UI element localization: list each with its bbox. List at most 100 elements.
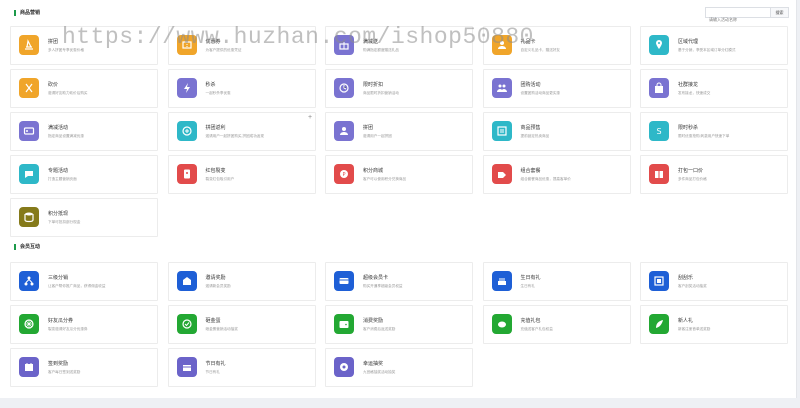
activity-name: 限时折扣 [363,82,384,88]
cut-icon [19,78,39,98]
activity-name: 砍价 [48,82,59,88]
wheel-icon [19,314,39,334]
activity-card[interactable]: 幸运抽奖 九宫格抽奖活动抽奖 [325,348,473,387]
activity-name: 打包一口价 [678,168,704,174]
clock-icon [334,78,354,98]
invite-icon [176,271,197,291]
svg-text:P: P [342,172,345,178]
activity-card[interactable]: 拼团返利 邀请用户一起拼团购买,拼团成功返现 [167,112,316,151]
activity-name: 积分抵现 [48,211,69,217]
activity-card[interactable]: 满减活动 指定商品设置满减优惠 [10,112,158,151]
activity-card[interactable]: 优惠券 为客户提供的优惠凭证 [167,26,316,65]
activity-description: 提前锁定热卖商品 [520,134,550,138]
calendar-icon [19,357,39,377]
activity-description: 商品限时折扣营销活动 [363,91,399,95]
activity-card[interactable]: 签到奖励客户每日签到送奖励 [10,348,158,387]
activity-card[interactable]: 超级会员卡 购买开通享超级会员权益 [325,262,473,301]
activity-card[interactable]: 拼团 邀请用户一起拼团 [325,112,473,151]
section-title-member: 会员互动 [14,244,40,250]
activity-name: 社群接龙 [678,82,699,88]
cake-icon [491,271,512,291]
activity-name: 好友瓜分券 [48,318,74,324]
activity-description: 客户刮奖活动抽奖 [678,284,707,288]
lucky-icon [334,357,354,377]
activity-name: 红包裂变 [205,168,226,174]
activity-card[interactable]: 区域代理 基于分销，享受本区域订单分红模式 [640,26,788,65]
activity-description: 购满指定额度赠送礼品 [363,48,399,52]
activity-name: 商品预售 [520,125,541,131]
activity-description: 下单可抵扣部分现金 [48,220,81,224]
activity-description: 生日有礼 [520,284,535,288]
activity-description: 充值送客户礼包权益 [520,327,553,331]
activity-card[interactable]: 满减送购满指定额度赠送礼品 [325,26,473,65]
wallet-icon [334,314,354,334]
search-field[interactable] [705,7,771,24]
activity-name: 限时秒杀 [678,125,699,131]
activity-description: 砸金蛋营销活动抽奖 [205,327,238,331]
activity-name: 签到奖励 [48,361,69,367]
activity-name: 超级会员卡 [363,275,389,281]
activity-card[interactable]: 红包裂变裂变红包吸引用户 [167,155,316,194]
second-icon: S [649,121,669,141]
activity-card[interactable]: 三级分销 让客户帮你推广商品，获得佣金收益 [10,262,158,301]
activity-card[interactable]: 新人礼 新客注册首单送奖励 [640,305,788,344]
bag-icon [649,78,669,98]
activity-card[interactable]: 节日有礼 节日有礼 [167,348,316,387]
activity-name: 区域代理 [678,39,699,45]
activity-name: 组合套餐 [520,168,541,174]
activity-description: 客户每日签到送奖励 [48,370,81,374]
activity-card[interactable]: 好友瓜分券 裂变邀请好友瓜分优惠券 [10,305,158,344]
activity-card[interactable]: 秒杀 一起秒杀享优惠 [167,69,316,108]
activity-description: 自定义礼品卡，赠送好友 [520,48,561,52]
activity-card[interactable]: 限时折扣商品限时折扣营销活动 [325,69,473,108]
database-icon [19,207,39,227]
leaf-icon [649,314,669,334]
activity-description: 指定商品设置满减优惠 [48,134,84,138]
activity-card[interactable]: S 限时秒杀限时优惠抢购,刺激用户快速下单 [640,112,788,151]
activity-card[interactable]: 专题活动打造主题营销页面 [10,155,158,194]
activity-card[interactable]: P 积分商城客户可以使用积分兑换商品 [325,155,473,194]
egg-icon [176,314,197,334]
activity-description: 邀请好友助力砍价后购买 [48,91,88,95]
activity-card[interactable]: 团购活动 设置团购活动商品更实惠 [482,69,631,108]
activity-card[interactable]: 邀请奖励 邀请新会员奖励 [167,262,316,301]
activity-card[interactable]: 充值礼包 充值送客户礼包权益 [482,305,631,344]
activity-name: 积分商城 [363,168,384,174]
activity-description: 限时优惠抢购,刺激用户快速下单 [678,134,730,138]
ticket-icon [19,121,39,141]
activity-description: 打造主题营销页面 [48,177,77,181]
activity-description: 邀请新会员奖励 [205,284,231,288]
activity-card[interactable]: 礼品卡 自定义礼品卡，赠送好友 [482,26,631,65]
activity-name: 新人礼 [678,318,694,324]
activity-card[interactable]: 消费奖励 客户消费后返送奖励 [325,305,473,344]
card-icon [491,35,512,55]
activity-name: 拼团 [48,39,59,45]
activity-name: 三级分销 [48,275,69,281]
vipcard-icon [334,271,354,291]
activity-name: 专题活动 [48,168,69,174]
presale-icon [491,121,512,141]
network-icon [19,271,39,291]
activity-description: 客户可以使用积分兑换商品 [363,177,407,181]
activity-card[interactable]: 打包一口价 多件商品打包价格 [640,155,788,194]
points-icon: P [334,164,354,184]
activity-card[interactable]: 积分抵现下单可抵扣部分现金 [10,198,158,237]
activity-card[interactable]: 社群接龙 发布接龙，快速成交 [640,69,788,108]
package-icon [649,164,669,184]
activity-name: 节日有礼 [205,361,226,367]
people-icon [334,121,354,141]
activity-card[interactable]: 生日有礼 生日有礼 [482,262,631,301]
combo-icon [491,164,512,184]
activity-name: 满减送 [363,39,379,45]
activity-card[interactable]: 砍价邀请好友助力砍价后购买 [10,69,158,108]
activity-description: 裂变红包吸引用户 [205,177,235,181]
activity-card[interactable]: 刮刮乐 客户刮奖活动抽奖 [640,262,788,301]
festival-icon [176,357,197,377]
activity-card[interactable]: 砸金蛋 砸金蛋营销活动抽奖 [167,305,316,344]
activity-description: 邀请用户一起拼团 [363,134,392,138]
activity-card[interactable]: 组合套餐 组合套餐商品优惠，提高客单价 [482,155,631,194]
search-input[interactable] [706,15,770,24]
activity-card[interactable]: 商品预售提前锁定热卖商品 [482,112,631,151]
search-button[interactable]: 搜索 [771,7,789,18]
activity-card[interactable]: 拼团 多人拼团专享优惠价格 [10,26,158,65]
